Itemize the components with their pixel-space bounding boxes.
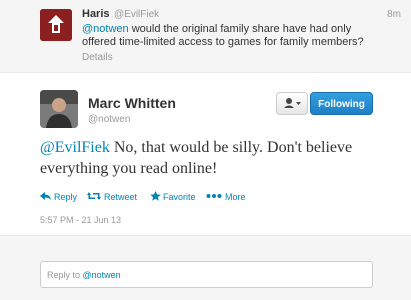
details-link[interactable]: Details [82, 52, 113, 63]
previous-tweet-handle[interactable]: @EvilFiek [114, 9, 159, 20]
retweet-label: Retweet [104, 192, 138, 202]
author-handle[interactable]: @notwen [88, 114, 130, 125]
tweet-text: @EvilFiek No, that would be silly. Don't… [40, 137, 370, 179]
shield-avatar-icon[interactable] [40, 9, 72, 41]
star-icon [150, 191, 161, 201]
following-button[interactable]: Following [310, 92, 373, 115]
reply-label: Reply [54, 192, 78, 202]
reply-area: Reply to @notwen [0, 236, 411, 300]
user-dropdown-button[interactable] [276, 92, 308, 115]
tweet-mention[interactable]: @EvilFiek [40, 139, 110, 156]
author-name[interactable]: Marc Whitten [88, 95, 176, 111]
previous-tweet-time[interactable]: 8m [387, 9, 401, 20]
reply-prefix: Reply to [47, 270, 83, 280]
more-label: More [225, 192, 246, 202]
more-dots-icon [206, 194, 222, 198]
user-dropdown-icon [284, 98, 301, 108]
main-tweet: Marc Whitten @notwen Following @EvilFiek… [0, 73, 411, 300]
previous-tweet-text: @notwen would the original family share … [82, 23, 382, 49]
previous-tweet-name[interactable]: Haris [82, 8, 110, 20]
reply-placeholder: Reply to @notwen [47, 270, 121, 280]
previous-tweet: Haris @EvilFiek 8m @notwen would the ori… [0, 0, 411, 73]
reply-icon [40, 192, 51, 200]
previous-tweet-mention[interactable]: @notwen [82, 23, 129, 35]
retweet-icon [87, 192, 101, 200]
reply-input[interactable]: Reply to @notwen [40, 261, 373, 288]
tweet-timestamp[interactable]: 5:57 PM - 21 Jun 13 [40, 215, 121, 225]
favorite-label: Favorite [163, 192, 196, 202]
reply-mention: @notwen [82, 270, 121, 280]
avatar[interactable] [40, 90, 78, 128]
